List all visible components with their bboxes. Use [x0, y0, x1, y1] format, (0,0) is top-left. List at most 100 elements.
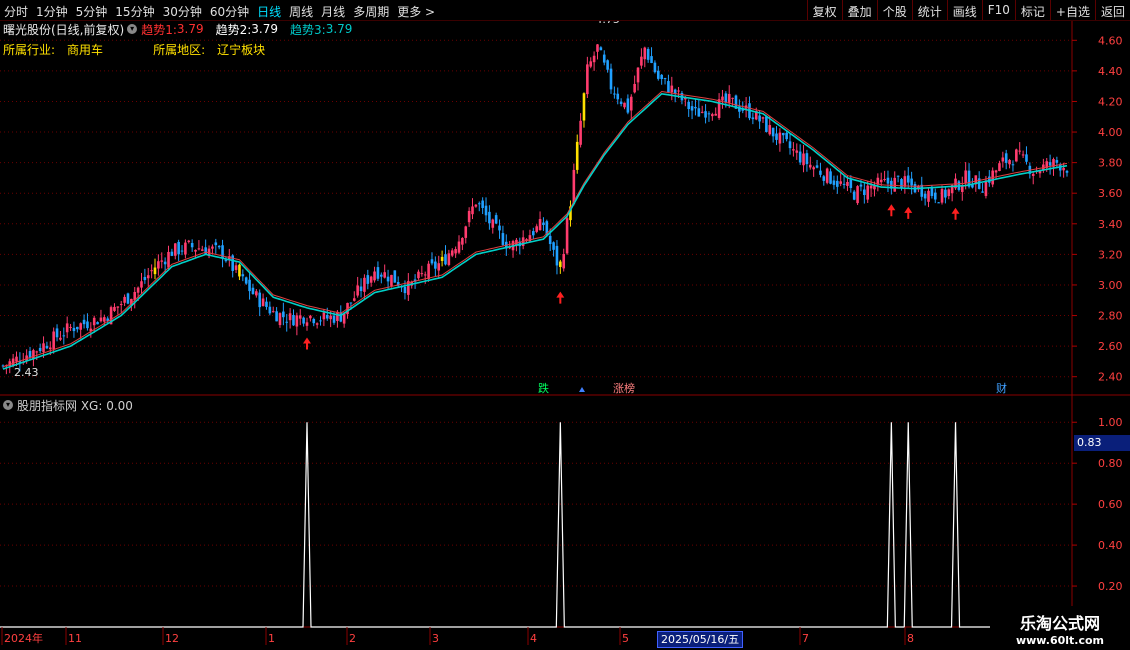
candle-body: [920, 184, 924, 197]
trend2-value: 3.79: [251, 22, 278, 36]
candle-body: [856, 186, 859, 204]
candle-body: [136, 287, 140, 293]
period-tab-10[interactable]: 更多 >: [393, 0, 439, 20]
candle-body: [687, 101, 690, 110]
candle-body: [157, 261, 160, 269]
time-label: 4: [530, 632, 537, 645]
candle-body: [879, 179, 883, 183]
candle-body: [461, 238, 464, 245]
candle-body: [363, 277, 366, 292]
candle-body: [667, 81, 670, 93]
candle-body: [643, 47, 647, 60]
period-tab-8[interactable]: 月线: [317, 0, 349, 20]
candle-body: [238, 264, 241, 277]
candle-body: [714, 113, 718, 116]
candle-body: [417, 271, 420, 279]
candle-body: [619, 101, 623, 104]
candle-body: [393, 270, 397, 283]
candle-body: [758, 115, 761, 122]
candle-body: [731, 97, 734, 99]
candle-body: [1015, 149, 1018, 162]
price-tick-label: 2.40: [1098, 371, 1123, 384]
candle-body: [552, 242, 555, 250]
buy-arrow-icon: [556, 291, 565, 304]
dropdown-icon[interactable]: ▾: [127, 24, 138, 34]
candle-body: [211, 246, 214, 249]
xg-line: [0, 422, 1072, 628]
candle-body: [55, 328, 59, 338]
candle-body: [778, 132, 782, 144]
tool-button-8[interactable]: 返回: [1094, 0, 1130, 20]
candle-body: [420, 273, 424, 275]
candle-body: [819, 170, 822, 175]
candle-body: [775, 133, 778, 140]
candle-body: [150, 270, 153, 272]
kline-chart[interactable]: 4.60 4.40 4.20 4.00 3.80 3.60 3.40 3.20 3.00 2.80…: [0, 0, 1130, 650]
price-tick-label: 3.40: [1098, 218, 1123, 231]
period-tab-2[interactable]: 5分钟: [72, 0, 112, 20]
candle-body: [815, 165, 819, 168]
candle-body: [579, 120, 582, 145]
candle-body: [771, 127, 775, 137]
candle-body: [488, 211, 491, 224]
candle-body: [616, 93, 620, 100]
tool-button-4[interactable]: 画线: [946, 0, 982, 20]
period-tab-6[interactable]: 日线: [253, 0, 285, 20]
toolbar: 分时 1分钟 5分钟 15分钟 30分钟 60分钟 日线 周线 月线 多周期 更多 > 复权 叠加 个股…: [0, 0, 1130, 21]
tool-button-1[interactable]: 叠加: [841, 0, 877, 20]
candle-body: [994, 170, 998, 173]
trend-line: [2, 92, 1068, 370]
candle-body: [535, 226, 538, 232]
period-tab-7[interactable]: 周线: [285, 0, 317, 20]
candle-body: [498, 225, 501, 231]
candle-body: [592, 55, 596, 63]
tool-button-7[interactable]: +自选: [1049, 0, 1095, 20]
tool-button-5[interactable]: F10: [981, 0, 1015, 20]
period-tab-1[interactable]: 1分钟: [32, 0, 72, 20]
candle-body: [1001, 157, 1005, 162]
candle-body: [356, 285, 359, 296]
price-tick-label: 4.20: [1098, 95, 1123, 108]
candle-body: [59, 337, 62, 340]
event-label: 跌: [538, 381, 549, 395]
candle-body: [217, 245, 221, 248]
candle-body: [825, 168, 829, 183]
candle-body: [153, 267, 157, 275]
candle-body: [234, 265, 238, 270]
candle-body: [194, 249, 197, 252]
candle-body: [312, 318, 316, 324]
period-tab-9[interactable]: 多周期: [349, 0, 393, 20]
candle-body: [765, 116, 768, 132]
tool-button-3[interactable]: 统计: [911, 0, 947, 20]
candle-body: [99, 317, 103, 322]
indicator-title: 股朋指标网 XG: 0.00: [17, 398, 133, 413]
candle-body: [349, 302, 353, 304]
trend3-label: 趋势3:: [290, 22, 326, 37]
indicator-menu-icon[interactable]: ▾: [3, 400, 13, 410]
candle-body: [197, 248, 201, 250]
candle-body: [72, 327, 76, 332]
period-tab-0[interactable]: 分时: [0, 0, 32, 20]
candle-body: [937, 202, 940, 204]
candle-body: [285, 321, 289, 323]
period-tab-4[interactable]: 30分钟: [159, 0, 206, 20]
candle-body: [565, 218, 569, 254]
period-tab-3[interactable]: 15分钟: [111, 0, 158, 20]
tool-button-2[interactable]: 个股: [876, 0, 912, 20]
candle-body: [697, 108, 701, 117]
tool-button-6[interactable]: 标记: [1014, 0, 1050, 20]
candle-body: [241, 274, 245, 277]
indicator-title-bar: ▾ 股朋指标网 XG: 0.00: [0, 396, 133, 414]
period-tab-5[interactable]: 60分钟: [206, 0, 253, 20]
candle-body: [444, 254, 447, 265]
time-label: 2: [349, 632, 356, 645]
candle-body: [494, 215, 498, 224]
candle-body: [1008, 159, 1011, 165]
candle-body: [690, 106, 694, 111]
candle-body: [646, 48, 650, 60]
tool-button-0[interactable]: 复权: [806, 0, 842, 20]
candle-body: [900, 179, 903, 189]
candle-body: [45, 345, 49, 349]
candle-body: [846, 181, 849, 186]
candle-body: [927, 190, 930, 202]
